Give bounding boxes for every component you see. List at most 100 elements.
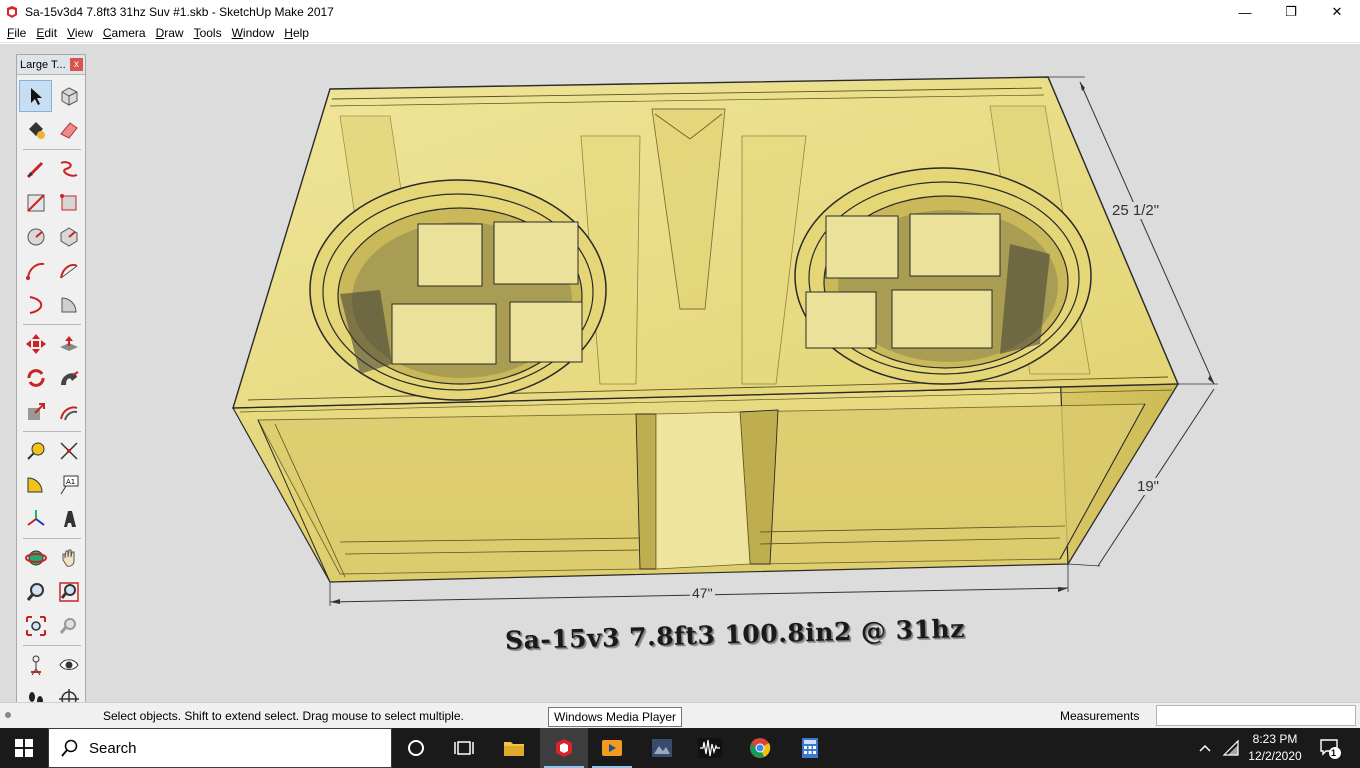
rotate-tool[interactable] <box>19 362 52 394</box>
3d-text-tool[interactable] <box>52 503 85 535</box>
windows-media-player-button[interactable] <box>588 728 636 768</box>
text-tool[interactable]: A1 <box>52 469 85 501</box>
offset-tool[interactable] <box>52 396 85 428</box>
eraser-icon <box>59 122 78 139</box>
pie-icon <box>61 297 77 313</box>
zoom-window-icon <box>58 582 79 602</box>
push-pull-tool[interactable] <box>52 328 85 360</box>
app-button-1[interactable] <box>638 728 686 768</box>
arc-tool[interactable] <box>19 255 52 287</box>
pie-tool[interactable] <box>52 289 85 321</box>
file-explorer-button[interactable] <box>490 728 538 768</box>
chrome-icon <box>750 738 771 758</box>
subwoofer-box-model[interactable] <box>0 44 1360 702</box>
audio-app-button[interactable] <box>686 728 734 768</box>
menu-tools[interactable]: Tools <box>189 26 227 40</box>
taskbar: Search 8:23 PM 12/2/2020 1 <box>0 728 1360 768</box>
two-point-arc-tool[interactable] <box>52 255 85 287</box>
paint-bucket-icon <box>28 122 45 139</box>
menu-file[interactable]: File <box>2 26 31 40</box>
arrow-cursor-icon <box>30 88 42 105</box>
tape-measure-icon <box>26 442 44 460</box>
notification-center[interactable]: 1 <box>1318 728 1342 768</box>
close-button[interactable]: ✕ <box>1314 0 1360 24</box>
axes-tool[interactable] <box>19 503 52 535</box>
geo-location-icon[interactable] <box>4 707 12 723</box>
rotated-rectangle-tool[interactable] <box>52 187 85 219</box>
maximize-button[interactable]: ❐ <box>1268 0 1314 24</box>
menu-help[interactable]: Help <box>279 26 314 40</box>
sketchup-logo-icon <box>7 6 17 18</box>
select-tool[interactable] <box>19 80 53 112</box>
dimension-height-label: 25 1/2" <box>1112 202 1160 219</box>
large-tool-set-panel[interactable]: Large T... x A1 <box>16 54 86 729</box>
axes-icon <box>26 510 45 526</box>
measurements-input[interactable] <box>1156 705 1356 726</box>
zoom-window-tool[interactable] <box>52 576 85 608</box>
previous-view-tool[interactable] <box>52 610 85 642</box>
pan-hand-icon <box>62 549 74 567</box>
line-tool[interactable] <box>19 153 52 185</box>
toolbar-title[interactable]: Large T... x <box>17 55 85 75</box>
pan-tool[interactable] <box>52 542 85 574</box>
system-clock[interactable]: 8:23 PM 12/2/2020 <box>1242 731 1308 765</box>
taskbar-tooltip: Windows Media Player <box>548 707 683 727</box>
offset-icon <box>59 406 77 421</box>
drawing-area[interactable]: 25 1/2" 19" 47" Sa-15v3 7.8ft3 100.8in2 … <box>0 44 1360 702</box>
dimension-tool[interactable] <box>52 435 85 467</box>
right-speaker-cutout <box>794 167 1092 385</box>
zoom-tool[interactable] <box>19 576 52 608</box>
zoom-extents-tool[interactable] <box>19 610 52 642</box>
network-icon[interactable] <box>1222 739 1240 757</box>
cortana-circle-icon <box>408 740 424 756</box>
menu-edit[interactable]: Edit <box>31 26 62 40</box>
scale-tool[interactable] <box>19 396 52 428</box>
chevron-up-icon[interactable] <box>1196 739 1214 757</box>
chrome-button[interactable] <box>736 728 784 768</box>
clock-time: 8:23 PM <box>1252 732 1298 746</box>
protractor-icon <box>27 477 43 493</box>
look-around-tool[interactable] <box>52 649 85 681</box>
paint-bucket-tool[interactable] <box>19 114 52 146</box>
three-point-arc-tool[interactable] <box>19 289 52 321</box>
protractor-tool[interactable] <box>19 469 52 501</box>
previous-view-icon <box>59 618 76 634</box>
folder-icon <box>504 742 524 756</box>
task-view-button[interactable] <box>440 728 488 768</box>
menu-view[interactable]: View <box>62 26 98 40</box>
menu-draw[interactable]: Draw <box>151 26 189 40</box>
menu-bar: File Edit View Camera Draw Tools Window … <box>0 24 1360 43</box>
freehand-tool[interactable] <box>52 153 85 185</box>
eraser-tool[interactable] <box>52 114 85 146</box>
taskbar-search[interactable]: Search <box>48 728 392 768</box>
cortana-button[interactable] <box>392 728 440 768</box>
scale-icon <box>27 403 45 420</box>
calculator-button[interactable] <box>786 728 834 768</box>
menu-window[interactable]: Window <box>227 26 280 40</box>
position-camera-tool[interactable] <box>19 649 52 681</box>
circle-tool[interactable] <box>19 221 52 253</box>
dimension-icon <box>59 442 78 460</box>
rectangle-tool[interactable] <box>19 187 52 219</box>
orbit-tool[interactable] <box>19 542 52 574</box>
polygon-tool[interactable] <box>52 221 85 253</box>
calculator-icon <box>802 738 818 758</box>
follow-me-tool[interactable] <box>52 362 85 394</box>
move-arrows-icon <box>25 334 46 354</box>
push-pull-icon <box>59 336 78 351</box>
make-component-tool[interactable] <box>52 80 85 112</box>
minimize-button[interactable]: — <box>1222 0 1268 24</box>
menu-camera[interactable]: Camera <box>98 26 151 40</box>
tape-measure-tool[interactable] <box>19 435 52 467</box>
toolbar-close-button[interactable]: x <box>70 58 83 71</box>
text-label-icon: A1 <box>60 475 78 495</box>
move-tool[interactable] <box>19 328 52 360</box>
component-cube-icon <box>61 87 78 106</box>
start-button[interactable] <box>0 728 48 768</box>
notification-count: 1 <box>1331 748 1337 758</box>
media-player-icon <box>602 740 622 756</box>
circle-icon <box>27 228 44 246</box>
sketchup-taskbar-button[interactable] <box>540 728 588 768</box>
rectangle-icon <box>26 194 45 212</box>
3d-text-icon <box>63 511 76 527</box>
